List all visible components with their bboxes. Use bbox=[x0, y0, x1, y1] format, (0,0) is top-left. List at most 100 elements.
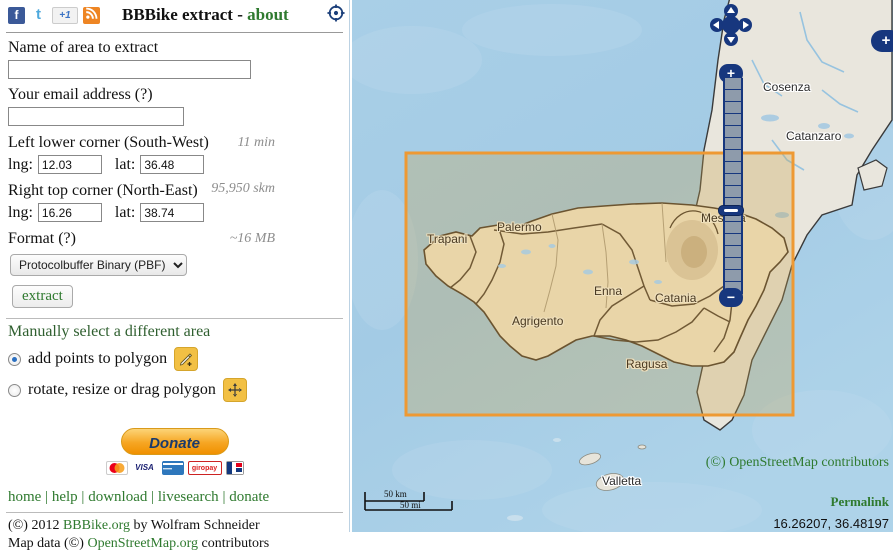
payment-icons: VISA giropay bbox=[6, 461, 343, 475]
zoom-tick[interactable] bbox=[725, 246, 741, 258]
zoom-tick[interactable] bbox=[725, 78, 741, 90]
social-icons: f t +1 bbox=[8, 6, 100, 24]
estimated-time: 11 min bbox=[237, 135, 275, 150]
zoom-tick[interactable] bbox=[725, 114, 741, 126]
mapdata-suffix: contributors bbox=[198, 536, 270, 551]
name-label: Name of area to extract bbox=[8, 39, 159, 56]
radio-add-points[interactable] bbox=[8, 352, 21, 366]
manual-heading: Manually select a different area bbox=[8, 323, 211, 340]
pan-arrows-icon[interactable] bbox=[710, 4, 752, 46]
map-graphics bbox=[352, 0, 893, 532]
copyright-mid: by bbox=[130, 518, 151, 533]
zoom-tick[interactable] bbox=[725, 90, 741, 102]
giropay-icon: giropay bbox=[187, 461, 222, 475]
amex-card-icon bbox=[161, 461, 184, 475]
email-input[interactable] bbox=[8, 107, 184, 126]
ne-coord-row: lng: lat: bbox=[8, 203, 343, 222]
option-rotate-row[interactable]: rotate, resize or drag polygon bbox=[8, 378, 343, 402]
zoom-slider-handle[interactable] bbox=[718, 205, 744, 216]
zoom-tick[interactable] bbox=[725, 174, 741, 186]
footer-sep-1: | bbox=[41, 489, 52, 505]
sw-lng-input[interactable] bbox=[37, 155, 102, 174]
zoom-tick[interactable] bbox=[725, 222, 741, 234]
zoom-tick[interactable] bbox=[725, 234, 741, 246]
header-bar: f t +1 BBBike extract - about bbox=[6, 0, 345, 28]
header-divider bbox=[6, 32, 343, 33]
sw-coord-row: lng: lat: bbox=[8, 155, 343, 174]
scale-mi-label: 50 mi bbox=[400, 500, 421, 510]
zoom-tick[interactable] bbox=[725, 138, 741, 150]
footer-sep-4: | bbox=[218, 489, 230, 505]
donate-section: Donate VISA giropay bbox=[6, 428, 343, 475]
extract-button[interactable]: extract bbox=[12, 285, 73, 308]
radio-rotate-resize[interactable] bbox=[8, 383, 21, 397]
page-title: BBBike extract - about bbox=[122, 5, 289, 25]
sw-lng-key: lng: bbox=[8, 155, 33, 173]
footer-links: home | help | download | livesearch | do… bbox=[8, 489, 343, 506]
format-label-text: Format (?) bbox=[8, 230, 76, 247]
extract-form: Name of area to extract Your email addre… bbox=[6, 39, 343, 308]
zoom-tick[interactable] bbox=[725, 258, 741, 270]
crosshair-icon[interactable] bbox=[327, 4, 345, 22]
footer-sep-2: | bbox=[77, 489, 89, 505]
rss-glyph bbox=[86, 7, 98, 19]
page-title-main: BBBike extract bbox=[122, 5, 233, 24]
zoom-tick[interactable] bbox=[725, 186, 741, 198]
estimated-size: ~16 MB bbox=[229, 231, 275, 246]
zoom-slider[interactable]: + − bbox=[718, 64, 744, 307]
zoom-tick[interactable] bbox=[725, 126, 741, 138]
permalink-link[interactable]: Permalink bbox=[831, 494, 890, 510]
manual-divider bbox=[6, 318, 343, 319]
area-name-input[interactable] bbox=[8, 60, 251, 79]
footer-link-donate[interactable]: donate bbox=[229, 489, 269, 505]
map-canvas[interactable]: CosenzaCatanzaroMessinaPalermoTrapaniEnn… bbox=[352, 0, 893, 532]
option-rotate-label: rotate, resize or drag polygon bbox=[28, 381, 216, 398]
format-select[interactable]: Protocolbuffer Binary (PBF)OSM XML gzip'… bbox=[10, 254, 187, 276]
copyright-prefix: (©) 2012 bbox=[8, 518, 63, 533]
ne-lng-key: lng: bbox=[8, 203, 33, 221]
footer-link-download[interactable]: download bbox=[88, 489, 147, 505]
google-plus-one-icon[interactable]: +1 bbox=[52, 6, 78, 24]
copyright-line: (©) 2012 BBBike.org by Wolfram Schneider bbox=[8, 517, 343, 535]
move-arrows-icon[interactable] bbox=[222, 378, 247, 402]
osm-site-link[interactable]: OpenStreetMap.org bbox=[87, 536, 198, 551]
sw-lat-input[interactable] bbox=[140, 155, 205, 174]
donate-button[interactable]: Donate bbox=[120, 428, 229, 455]
scale-bar: 50 km 50 mi bbox=[364, 489, 460, 514]
twitter-icon[interactable]: t bbox=[30, 6, 47, 24]
option-add-points-row[interactable]: add points to polygon bbox=[8, 347, 343, 371]
bbbike-site-link[interactable]: BBBike.org bbox=[63, 518, 130, 533]
sw-corner-label: Left lower corner (South-West) bbox=[8, 134, 209, 151]
zoom-tick[interactable] bbox=[725, 270, 741, 282]
ne-lng-input[interactable] bbox=[37, 203, 102, 222]
ne-lat-key: lat: bbox=[114, 203, 136, 221]
mastercard-icon bbox=[105, 461, 128, 475]
zoom-out-button[interactable]: − bbox=[719, 288, 743, 307]
zoom-tick[interactable] bbox=[725, 150, 741, 162]
bbbike-extract-page: f t +1 BBBike extract - about Name of ar… bbox=[0, 0, 893, 551]
zoom-slider-track[interactable] bbox=[723, 78, 743, 294]
footer-divider bbox=[6, 512, 343, 513]
ne-lat-input[interactable] bbox=[140, 203, 205, 222]
layer-switcher-button[interactable]: + bbox=[871, 30, 893, 52]
email-label: Your email address (?) bbox=[8, 86, 153, 103]
about-link[interactable]: about bbox=[247, 5, 289, 24]
pencil-plus-icon[interactable] bbox=[174, 347, 199, 371]
rss-icon[interactable] bbox=[83, 6, 100, 24]
footer-link-help[interactable]: help bbox=[52, 489, 78, 505]
format-label: Format (?) bbox=[8, 230, 343, 248]
copyright-author: Wolfram Schneider bbox=[150, 518, 260, 533]
footer-link-livesearch[interactable]: livesearch bbox=[158, 489, 219, 505]
zoom-tick[interactable] bbox=[725, 162, 741, 174]
mapdata-prefix: Map data (©) bbox=[8, 536, 88, 551]
zoom-tick[interactable] bbox=[725, 102, 741, 114]
facebook-icon[interactable]: f bbox=[8, 6, 25, 24]
osm-attribution: (©) OpenStreetMap contributors bbox=[705, 455, 889, 470]
manual-select-section: Manually select a different area add poi… bbox=[6, 323, 343, 402]
mapdata-line: Map data (©) OpenStreetMap.org contribut… bbox=[8, 535, 343, 553]
option-add-points-label: add points to polygon bbox=[28, 350, 168, 367]
footer-link-home[interactable]: home bbox=[8, 489, 41, 505]
ne-corner-label: Right top corner (North-East) bbox=[8, 182, 198, 199]
ec-card-icon bbox=[225, 461, 244, 475]
footer-sep-3: | bbox=[147, 489, 158, 505]
